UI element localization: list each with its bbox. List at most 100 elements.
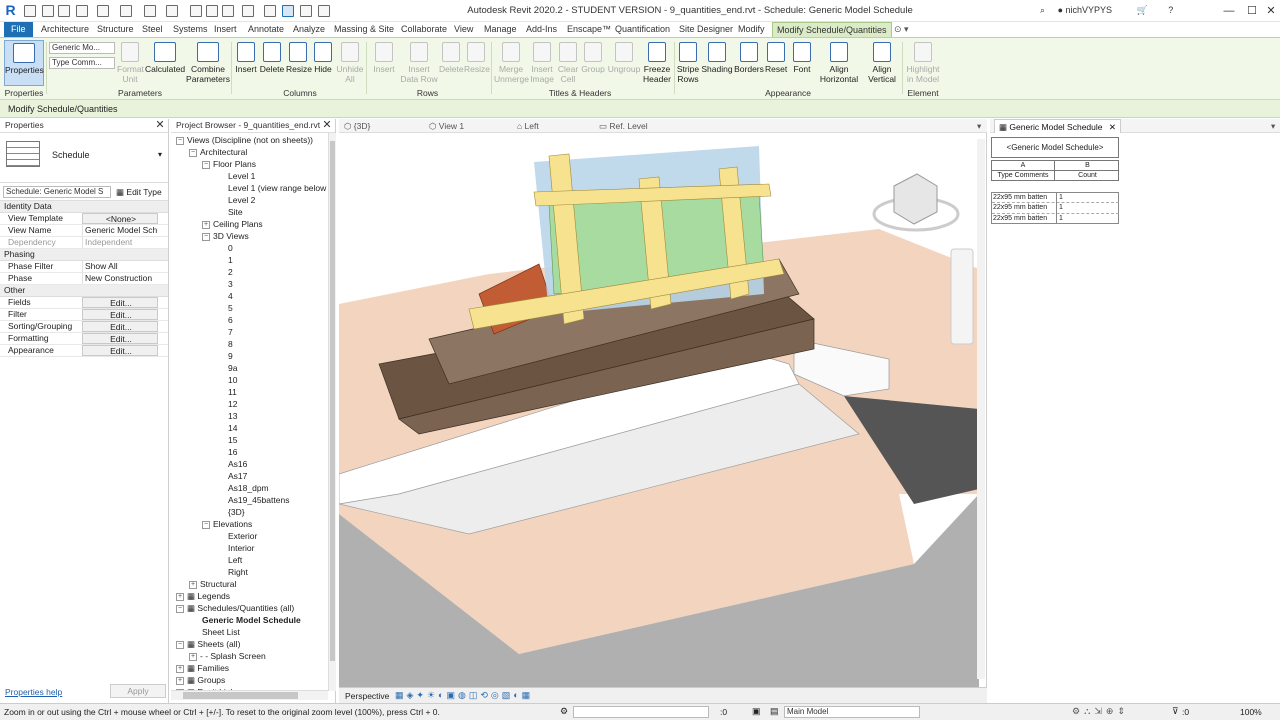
tree-item[interactable]: 4 [176, 290, 335, 302]
close-hidden-icon[interactable] [300, 5, 312, 17]
tree-item[interactable]: 15 [176, 434, 335, 446]
search-icon[interactable]: ⌕ [1040, 5, 1045, 15]
tree-structural[interactable]: + Structural [176, 578, 335, 590]
browser-scrollbar[interactable] [328, 133, 336, 691]
tree-3d-views[interactable]: −3D Views [176, 230, 335, 242]
section-phasing[interactable]: Phasing [0, 249, 168, 261]
close-icon[interactable]: ✕ [321, 119, 333, 132]
tree-item[interactable]: 9a [176, 362, 335, 374]
section-icon[interactable] [264, 5, 276, 17]
reset-button[interactable]: Reset [765, 40, 787, 86]
tab-file[interactable]: File [4, 22, 33, 37]
tree-item[interactable]: Exterior [176, 530, 335, 542]
properties-button[interactable]: Properties [4, 40, 44, 86]
tree-item[interactable]: Right [176, 566, 335, 578]
tab-overflow-icon[interactable]: ⊙ ▾ [890, 22, 913, 37]
tree-item[interactable]: {3D} [176, 506, 335, 518]
tree-item[interactable]: Site [176, 206, 335, 218]
tab-site-designer[interactable]: Site Designer [675, 22, 737, 37]
table-row[interactable]: 22x95 mm batten 1 [992, 203, 1119, 214]
workset-combo[interactable] [573, 706, 709, 718]
thin-lines-icon[interactable] [282, 5, 294, 17]
table-cell[interactable]: 1 [1056, 193, 1118, 203]
tree-item[interactable]: 3 [176, 278, 335, 290]
design-options-icon[interactable]: ▣ [752, 706, 761, 717]
user-name[interactable]: nichVYPYS [1066, 5, 1113, 15]
tree-architectural[interactable]: − Architectural [176, 146, 335, 158]
view-vscrollbar[interactable] [977, 139, 985, 679]
tab-structure[interactable]: Structure [93, 22, 138, 37]
phase-field[interactable]: New Construction [82, 273, 158, 284]
dimension-icon[interactable] [190, 5, 202, 17]
insert-column-button[interactable]: Insert [234, 40, 258, 86]
tab-quantification[interactable]: Quantification [611, 22, 674, 37]
editable-only-icon[interactable]: ▤ [770, 706, 779, 717]
clear-cell-button[interactable]: Clear Cell [556, 40, 580, 86]
align-vertical-button[interactable]: Align Vertical [864, 40, 900, 86]
close-button[interactable]: ✕ [1262, 3, 1280, 19]
tab-steel[interactable]: Steel [138, 22, 167, 37]
tab-add-ins[interactable]: Add-Ins [522, 22, 561, 37]
tree-item[interactable]: As16 [176, 458, 335, 470]
open-icon[interactable] [42, 5, 54, 17]
section-other[interactable]: Other [0, 285, 168, 297]
tree-item[interactable]: 0 [176, 242, 335, 254]
tree-item[interactable]: 6 [176, 314, 335, 326]
unhide-all-button[interactable]: Unhide All [336, 40, 364, 86]
table-row[interactable]: 22x95 mm batten 1 [992, 214, 1119, 224]
view-name-field[interactable]: Generic Model Sch... [82, 225, 158, 236]
tree-item[interactable]: 13 [176, 410, 335, 422]
filter-edit-button[interactable]: Edit... [82, 309, 158, 320]
maximize-button[interactable]: ☐ [1243, 3, 1261, 19]
column-header[interactable]: Type Comments [992, 171, 1055, 181]
user-area[interactable]: ⌕ ● nichVYPYS 🛒 ? [1040, 5, 1173, 16]
tree-item[interactable]: 11 [176, 386, 335, 398]
tree-item[interactable]: As18_dpm [176, 482, 335, 494]
tree-sheets[interactable]: − ▦ Sheets (all) [176, 638, 335, 650]
browser-hscrollbar[interactable] [171, 690, 328, 700]
resize-row-button[interactable]: Resize [464, 40, 490, 86]
tree-item[interactable]: As19_45battens [176, 494, 335, 506]
tree-ceiling-plans[interactable]: + Ceiling Plans [176, 218, 335, 230]
apply-button[interactable]: Apply [110, 684, 166, 698]
close-icon[interactable]: ✕ [154, 119, 166, 132]
tree-item[interactable]: 8 [176, 338, 335, 350]
column-header[interactable]: Count [1056, 171, 1119, 181]
save-icon[interactable] [58, 5, 70, 17]
tree-sheet-list[interactable]: Sheet List [176, 626, 335, 638]
table-cell[interactable]: 22x95 mm batten [993, 203, 1055, 213]
tab-architecture[interactable]: Architecture [37, 22, 93, 37]
tree-legends[interactable]: + ▦ Legends [176, 590, 335, 602]
tab-analyze[interactable]: Analyze [289, 22, 329, 37]
user-icon[interactable]: ● [1058, 5, 1063, 15]
calculated-button[interactable]: Calculated [145, 40, 185, 86]
tree-splash-screen[interactable]: + - - Splash Screen [176, 650, 335, 662]
stripe-rows-button[interactable]: Stripe Rows [676, 40, 700, 86]
text-icon[interactable] [222, 5, 234, 17]
open-icon[interactable] [24, 5, 36, 17]
minimize-button[interactable]: — [1220, 3, 1238, 19]
tree-item[interactable]: Level 2 [176, 194, 335, 206]
switch-windows-icon[interactable] [318, 5, 330, 17]
filter-icon[interactable]: ⊽ [1172, 706, 1179, 717]
formatting-edit-button[interactable]: Edit... [82, 333, 158, 344]
view-template-button[interactable]: <None> [82, 213, 158, 224]
tab-insert[interactable]: Insert [210, 22, 241, 37]
properties-help-link[interactable]: Properties help [5, 687, 62, 697]
redo-icon[interactable] [120, 5, 132, 17]
tree-item[interactable]: 12 [176, 398, 335, 410]
tree-item[interactable]: Left [176, 554, 335, 566]
tree-families[interactable]: + ▦ Families [176, 662, 335, 674]
type-selector[interactable]: Schedule ▾ [0, 133, 168, 183]
tab-systems[interactable]: Systems [169, 22, 212, 37]
table-cell[interactable]: 1 [1056, 203, 1118, 214]
font-button[interactable]: Font [790, 40, 814, 86]
3d-model-canvas[interactable] [339, 134, 987, 687]
tab-3d[interactable]: ⬡ {3D} [344, 119, 370, 133]
tree-elevations[interactable]: − Elevations [176, 518, 335, 530]
tab-enscape[interactable]: Enscape™ [563, 22, 615, 37]
tree-item[interactable]: Interior [176, 542, 335, 554]
tab-annotate[interactable]: Annotate [244, 22, 288, 37]
tab-generic-model-schedule[interactable]: ▦ Generic Model Schedule ✕ [994, 119, 1121, 133]
revit-logo-icon[interactable]: R [3, 3, 18, 18]
